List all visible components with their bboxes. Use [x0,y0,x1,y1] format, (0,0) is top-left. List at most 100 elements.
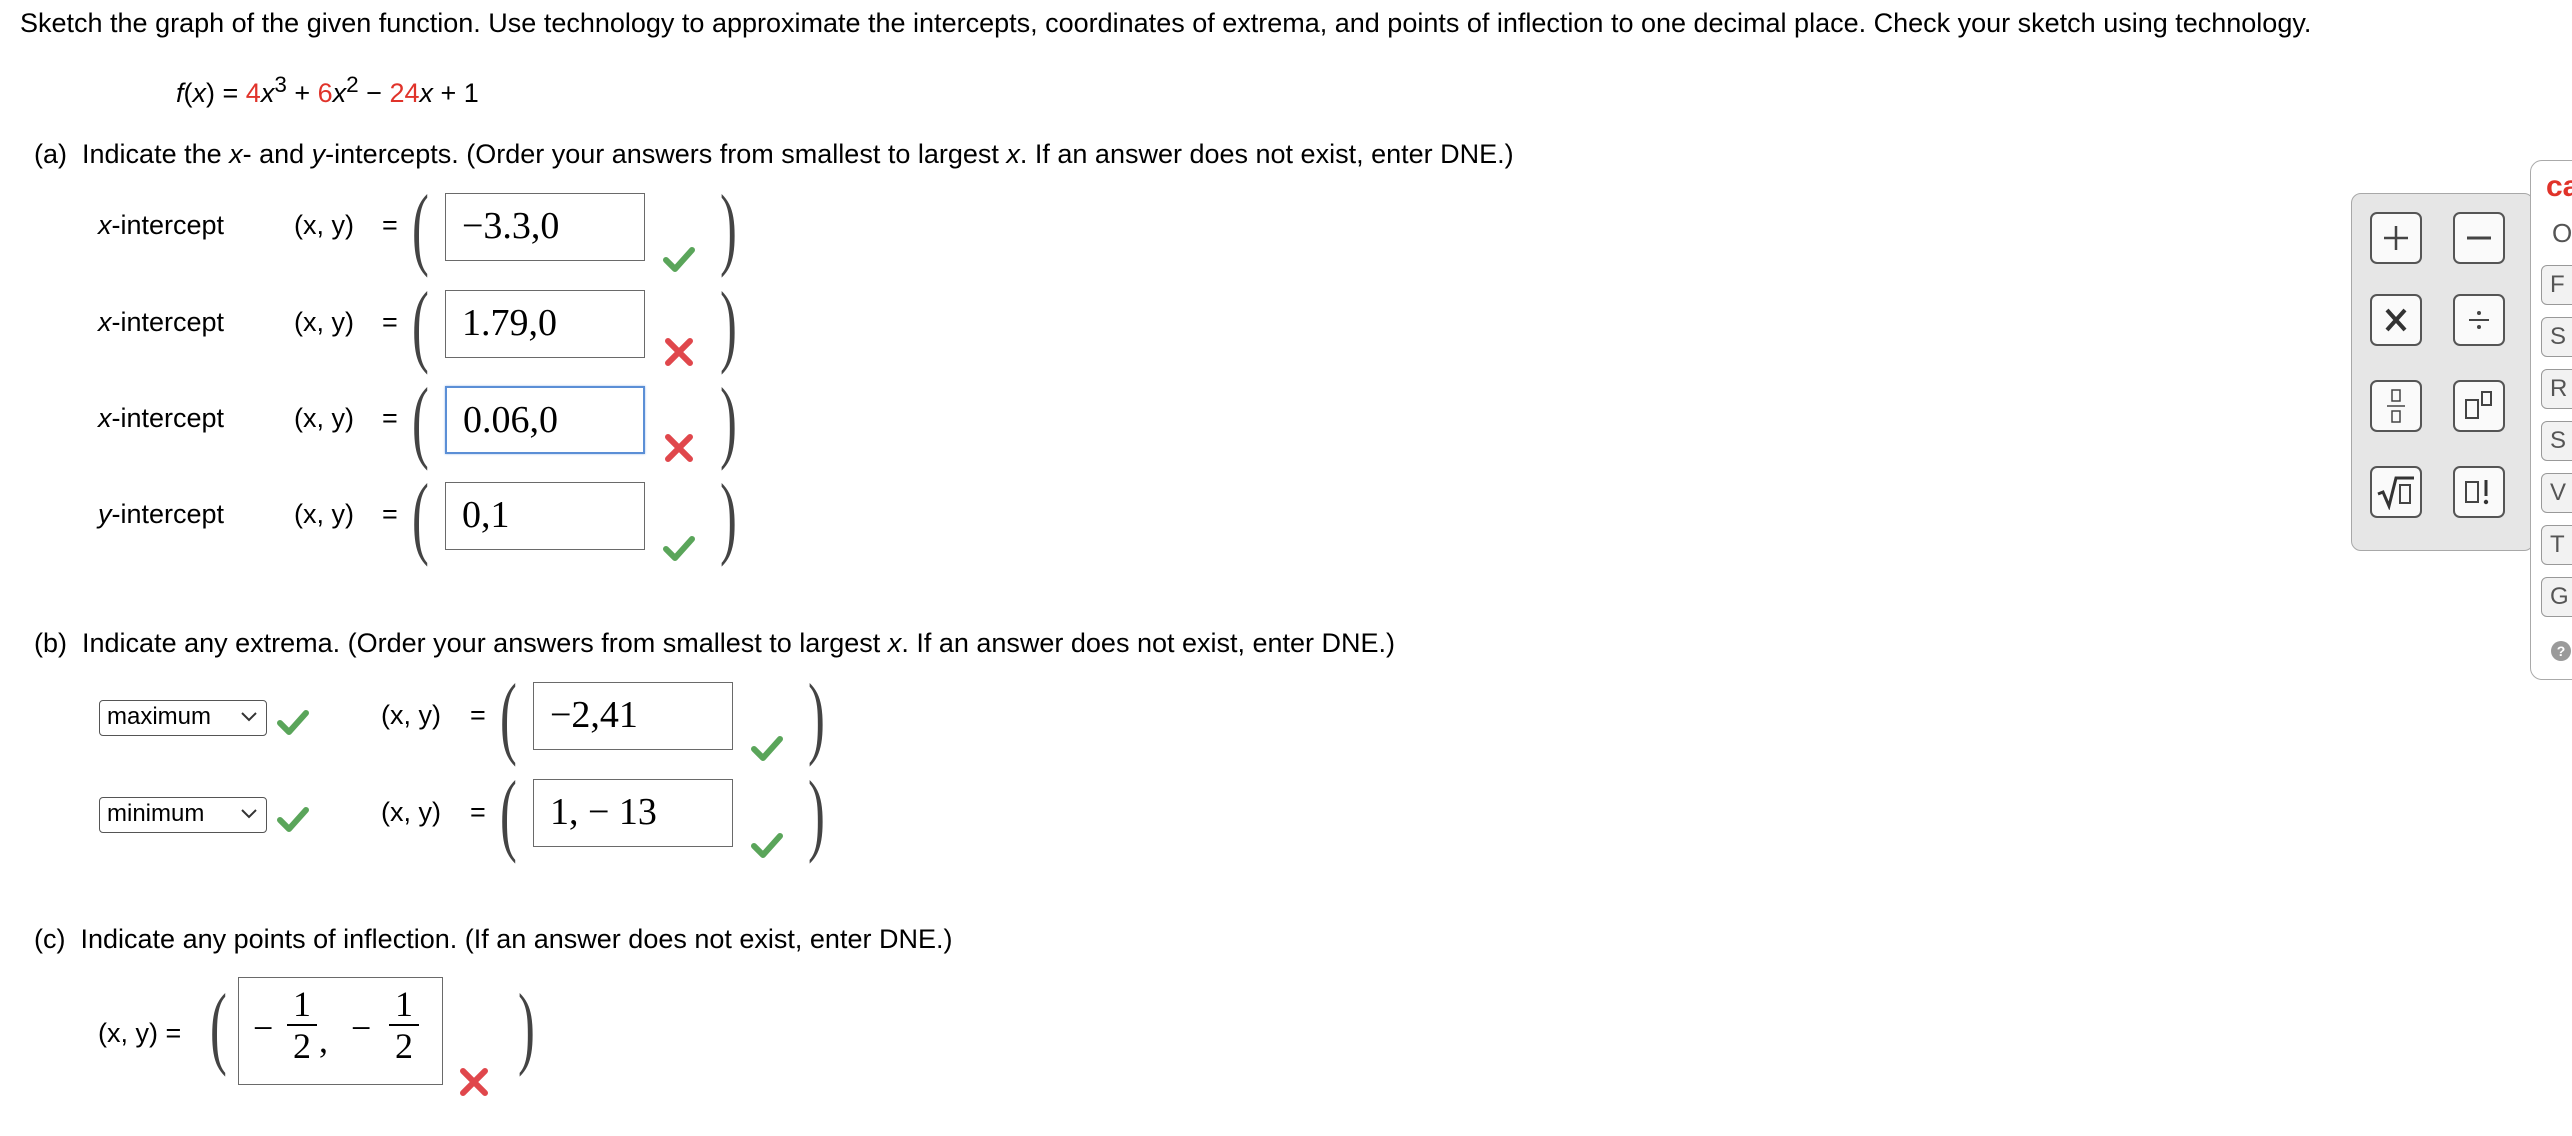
intercept-var: y [98,499,112,529]
fraction-2-num: 1 [395,984,413,1024]
side-tab-header[interactable]: O [2552,218,2572,249]
sqrt-key[interactable] [2370,466,2422,518]
part-c-answer-input[interactable]: − 1 2 , − 1 2 [238,977,443,1085]
neg-sign-1: − [253,1008,274,1048]
intercept-suffix: -intercept [111,403,225,433]
intercept-answer-input[interactable]: 1.79,0 [445,290,645,358]
part-b-text-2: . If an answer does not exist, enter DNE… [901,628,1396,658]
term-2-var: x [332,78,347,108]
comma: , [319,1020,328,1060]
times-icon [2385,308,2407,332]
plus-icon [2384,226,2408,250]
side-tab[interactable]: V [2541,473,2572,513]
correct-check-icon [663,247,695,272]
intercept-var: x [98,403,112,433]
equals-sign: = [470,700,486,730]
factorial-key[interactable] [2453,466,2505,518]
part-a-text-4: . If an answer does not exist, enter DNE… [1019,139,1514,169]
fraction-2-den: 2 [395,1026,413,1066]
minus-key[interactable] [2453,212,2505,264]
part-a-text-2: - and [242,139,312,169]
fraction-1-num: 1 [293,984,311,1024]
part-a-text-3: -intercepts. (Order your answers from sm… [325,139,1007,169]
correct-check-icon [751,736,783,761]
minimum-select[interactable]: minimum [99,797,267,833]
xy-label: (x, y) [294,403,354,433]
divide-icon [2469,311,2489,329]
part-a-text-1: Indicate the [82,139,230,169]
neg-sign-2: − [351,1008,372,1048]
intercept-suffix: -intercept [111,210,225,240]
chevron-down-icon [241,712,257,722]
times-key[interactable] [2370,294,2422,346]
op-1: + [286,78,318,108]
side-tab[interactable]: S [2541,421,2572,461]
left-paren: ( [500,762,517,864]
left-paren: ( [412,369,429,471]
side-tab[interactable]: S [2541,317,2572,357]
extremum-answer-input[interactable]: 1, − 13 [533,779,733,847]
function-tail: + 1 [432,78,479,108]
maximum-select[interactable]: maximum [99,700,267,736]
intercept-label: x-intercept [98,307,224,338]
left-paren: ( [412,273,429,375]
side-tab[interactable]: F [2541,265,2572,305]
divide-key[interactable] [2453,294,2505,346]
part-a-x: x [229,139,243,169]
incorrect-x-icon [665,338,693,366]
right-paren: ) [808,665,825,767]
extremum-answer-input[interactable]: −2,41 [533,682,733,750]
intercept-label: y-intercept [98,499,224,530]
factorial-template-icon [2465,480,2489,505]
fraction-1: 1 2 [287,986,317,1064]
power-key[interactable] [2453,380,2505,432]
part-c-text: Indicate any points of inflection. (If a… [80,924,953,954]
part-b-x: x [887,628,902,658]
select-value: minimum [107,800,205,827]
help-icon[interactable]: ? [2550,640,2572,662]
left-paren: ( [500,665,517,767]
xy-label: (x, y) [294,307,354,337]
part-b-prompt: (b) Indicate any extrema. (Order your an… [34,628,1395,659]
side-tab[interactable]: G [2541,577,2572,617]
coef-1: 4 [245,78,261,108]
fraction-key[interactable] [2370,380,2422,432]
equals-sign: = [382,307,398,337]
intercept-suffix: -intercept [111,307,225,337]
xy-label: (x, y) [294,210,354,240]
right-paren: ) [720,176,737,278]
intercept-answer-input[interactable]: −3.3,0 [445,193,645,261]
correct-check-icon [751,833,783,858]
intercept-label: x-intercept [98,403,224,434]
side-tab[interactable]: T [2541,525,2572,565]
correct-check-icon [277,807,309,832]
equals-sign: = [382,210,398,240]
term-1-exp: 3 [274,72,287,97]
intercept-answer-input[interactable]: 0.06,0 [445,386,645,454]
left-paren: ( [412,465,429,567]
right-paren: ) [720,273,737,375]
part-a-x2: x [1006,139,1020,169]
plus-key[interactable] [2370,212,2422,264]
function-lhs: (x) = [183,78,246,108]
intercept-answer-input[interactable]: 0,1 [445,482,645,550]
part-a-prompt: (a) Indicate the x- and y-intercepts. (O… [34,139,1514,170]
fraction-1-den: 2 [293,1026,311,1066]
instructions-text: Sketch the graph of the given function. … [20,8,2312,38]
equals-sign: = [382,499,398,529]
coef-3: 24 [389,78,420,108]
left-paren: ( [412,176,429,278]
term-3-var: x [419,78,433,108]
equals-sign: = [470,797,486,827]
function-expression: f(x) = 4x3 + 6x2 − 24x + 1 [176,72,479,109]
part-b-text-1: Indicate any extrema. (Order your answer… [82,628,888,658]
correct-check-icon [277,710,309,735]
op-2: − [358,78,390,108]
part-a-y: y [311,139,326,169]
xy-label: (x, y) [381,797,441,827]
equals-sign: = [382,403,398,433]
intercept-label: x-intercept [98,210,224,241]
part-c-prompt: (c) Indicate any points of inflection. (… [34,924,952,955]
side-tab[interactable]: R [2541,369,2572,409]
part-c-xy-label: (x, y) = [98,1018,182,1048]
